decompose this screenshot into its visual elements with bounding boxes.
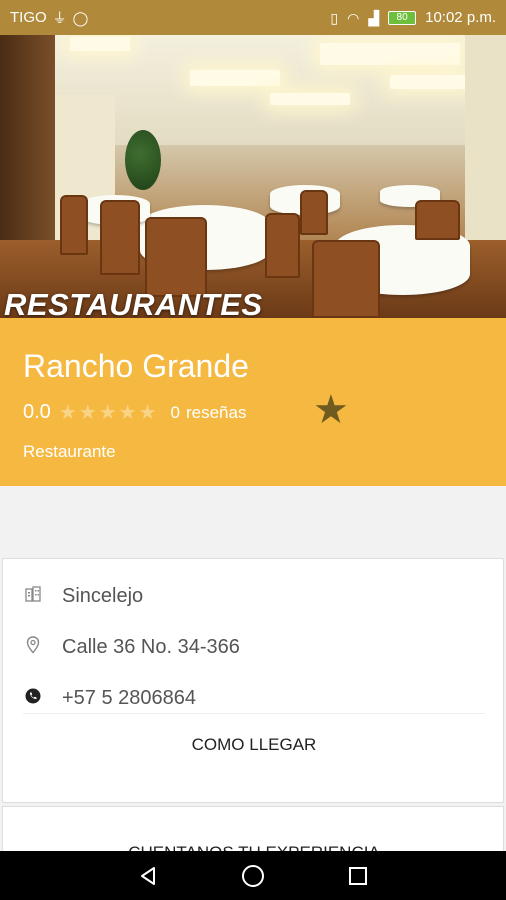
signal-icon: ▟	[368, 9, 380, 26]
divider	[23, 713, 485, 714]
chair	[300, 190, 328, 235]
star-icon: ★	[58, 402, 77, 424]
chair	[312, 240, 380, 318]
home-icon[interactable]	[235, 858, 271, 894]
usb-icon: ⏚	[52, 9, 67, 26]
rating-stars: ★ ★ ★ ★ ★	[59, 400, 157, 425]
hero-title: RESTAURANTES	[4, 287, 263, 318]
status-left: TIGO ⏚ ◯	[10, 9, 88, 26]
location-pin-icon	[23, 636, 43, 659]
chair	[100, 200, 140, 275]
battery-icon: 80	[388, 10, 417, 25]
star-icon: ★	[98, 402, 117, 424]
rating-value: 0.0	[23, 401, 51, 423]
whatsapp-icon: ◯	[72, 9, 89, 26]
carrier-label: TIGO	[10, 9, 47, 26]
place-category: Restaurante	[23, 442, 116, 461]
status-bar: TIGO ⏚ ◯ ▯ ◠ ▟ 80 10:02 p.m.	[0, 0, 506, 35]
building-icon	[23, 585, 43, 608]
rating-row: 0.0 ★ ★ ★ ★ ★ 0 reseñas	[23, 400, 252, 425]
review-label: reseñas	[185, 402, 247, 422]
address-text: Calle 36 No. 34-366	[62, 636, 240, 658]
directions-button[interactable]: COMO LLEGAR	[3, 735, 505, 755]
review-count: 0 reseñas	[171, 403, 253, 423]
clock: 10:02 p.m.	[425, 9, 496, 26]
navigation-bar	[0, 851, 506, 900]
city-text: Sincelejo	[62, 585, 144, 607]
plant	[125, 130, 161, 190]
back-icon[interactable]	[130, 858, 166, 894]
ceiling-light	[70, 37, 130, 51]
star-icon: ★	[138, 402, 157, 424]
chair	[145, 217, 207, 297]
ceiling-light	[270, 93, 350, 105]
chair	[265, 213, 300, 278]
place-info-panel: Rancho Grande 0.0 ★ ★ ★ ★ ★ 0 reseñas ★ R…	[0, 318, 506, 486]
address-row: Calle 36 No. 34-366	[23, 636, 240, 659]
status-right: ▯ ◠ ▟ 80 10:02 p.m.	[330, 9, 496, 26]
details-card: Sincelejo Calle 36 No. 34-366 +57 5 2806…	[2, 558, 504, 803]
chair	[415, 200, 460, 240]
vibrate-icon: ▯	[330, 9, 339, 26]
phone-text[interactable]: +57 5 2806864	[62, 687, 196, 710]
ceiling-light	[190, 70, 280, 86]
chair	[60, 195, 88, 255]
star-icon: ★	[118, 402, 137, 424]
review-count-value: 0	[170, 402, 180, 422]
wifi-icon: ◠	[347, 9, 360, 26]
ceiling-light	[320, 43, 460, 65]
ceiling-light	[390, 75, 470, 89]
favorite-star-icon[interactable]: ★	[313, 390, 349, 430]
city-row: Sincelejo	[23, 585, 143, 608]
phone-icon	[23, 688, 43, 709]
place-name: Rancho Grande	[23, 348, 249, 384]
hero-image: RESTAURANTES	[0, 35, 506, 318]
star-icon: ★	[78, 402, 97, 424]
recent-apps-icon[interactable]	[340, 858, 376, 894]
phone-row[interactable]: +57 5 2806864	[23, 687, 196, 710]
